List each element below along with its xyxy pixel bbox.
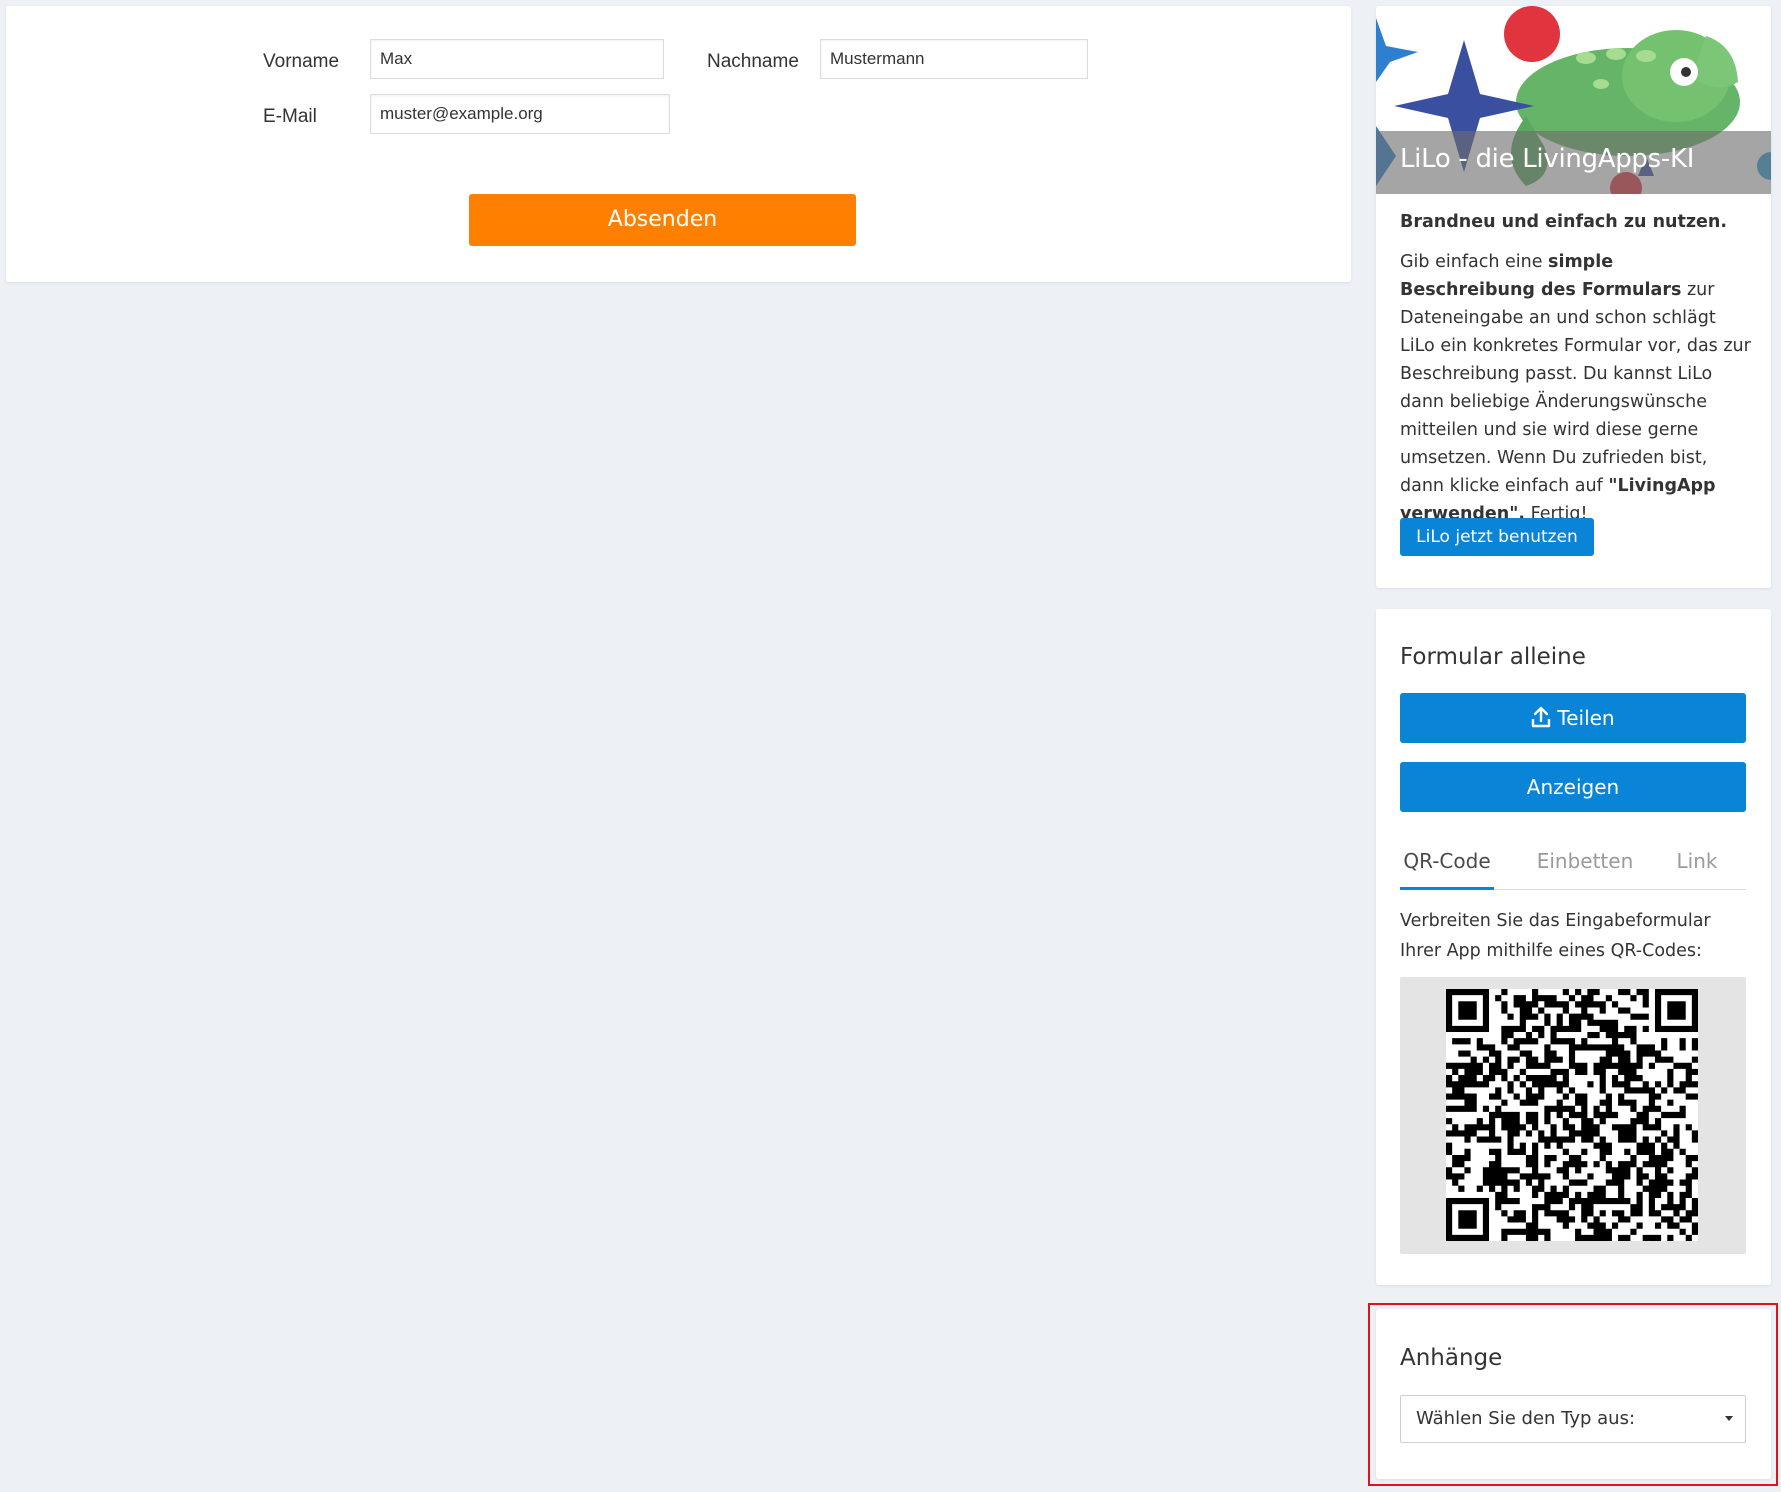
attachment-type-select-value: Wählen Sie den Typ aus: — [1416, 1408, 1636, 1429]
anhaenge-card — [1376, 1309, 1771, 1479]
email-label: E-Mail — [263, 106, 317, 127]
lilo-card: LiLo - die LivingApps-KI Brandneu und ei… — [1376, 6, 1771, 588]
tab-link[interactable]: Link — [1670, 838, 1724, 890]
lilo-description: Brandneu und einfach zu nutzen. Gib einf… — [1400, 208, 1752, 528]
tab-einbetten[interactable]: Einbetten — [1520, 838, 1650, 890]
lilo-use-button[interactable]: LiLo jetzt benutzen — [1400, 518, 1594, 556]
share-button-label: Teilen — [1557, 706, 1615, 730]
show-button[interactable]: Anzeigen — [1400, 762, 1746, 812]
tab-qr-code[interactable]: QR-Code — [1400, 838, 1494, 890]
anhaenge-title: Anhänge — [1400, 1345, 1503, 1371]
nachname-label: Nachname — [707, 51, 799, 72]
vorname-input[interactable]: Max — [370, 39, 664, 79]
submit-button[interactable]: Absenden — [469, 194, 856, 246]
qr-code-panel — [1400, 977, 1746, 1254]
email-input[interactable]: muster@example.org — [370, 94, 670, 134]
lilo-hero-image: LiLo - die LivingApps-KI — [1376, 6, 1771, 194]
formular-title: Formular alleine — [1400, 644, 1586, 670]
attachment-type-select[interactable]: Wählen Sie den Typ aus: — [1400, 1395, 1746, 1443]
lilo-text: Gib einfach eine simple Beschreibung des… — [1400, 248, 1752, 528]
hero-title: LiLo - die LivingApps-KI — [1400, 144, 1695, 174]
lilo-text-part2: zur Dateneingabe an und schon schlägt Li… — [1400, 280, 1751, 496]
tab-bar: QR-Code Einbetten Link — [1400, 838, 1746, 890]
lilo-text-part1: Gib einfach eine — [1400, 252, 1549, 272]
nachname-input[interactable]: Mustermann — [820, 39, 1088, 79]
lilo-lead: Brandneu und einfach zu nutzen. — [1400, 212, 1728, 232]
upload-icon — [1531, 696, 1551, 746]
vorname-label: Vorname — [263, 51, 340, 72]
share-button[interactable]: Teilen — [1400, 693, 1746, 743]
form-card: Vorname Max Nachname Mustermann E-Mail m… — [6, 6, 1351, 282]
qr-description: Verbreiten Sie das Eingabeformular Ihrer… — [1400, 911, 1711, 961]
chevron-down-icon — [1725, 1416, 1733, 1421]
qr-code-image — [1446, 989, 1698, 1241]
